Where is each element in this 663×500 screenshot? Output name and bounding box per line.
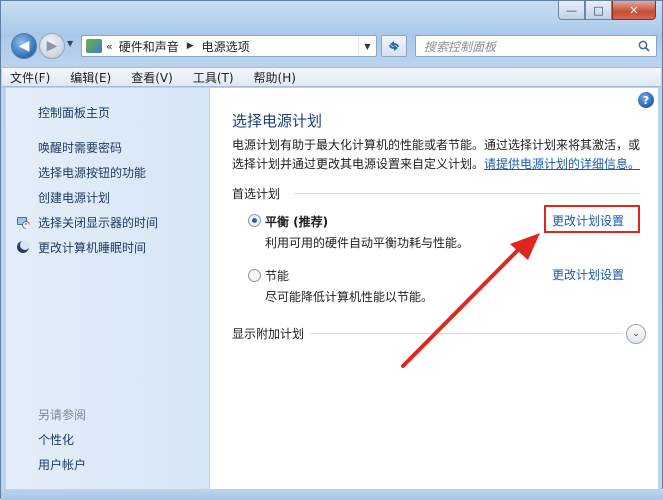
plan-name-power-saver[interactable]: 节能: [265, 267, 289, 284]
window-bottom-frame: [1, 489, 663, 500]
plan-description-power-saver: 尽可能降低计算机性能以节能。: [265, 290, 434, 304]
description-line-1: 电源计划有助于最大化计算机的性能或者节能。通过选择计划来将其激活，或: [232, 138, 641, 152]
search-input[interactable]: 搜索控制面板: [415, 35, 657, 57]
recent-pages-dropdown-icon[interactable]: ▼: [67, 39, 73, 48]
breadcrumb-item-hardware-sound[interactable]: 硬件和声音: [119, 38, 179, 55]
plan-radio-power-saver[interactable]: [248, 269, 261, 282]
breadcrumb-item-power-options[interactable]: 电源选项: [202, 38, 250, 55]
help-icon[interactable]: ?: [638, 92, 654, 108]
sidebar-item-power-button[interactable]: 选择电源按钮的功能: [38, 164, 146, 181]
close-button[interactable]: ✕: [612, 1, 656, 20]
caption-buttons: — □ ✕: [558, 1, 656, 21]
menu-view[interactable]: 查看(V): [131, 69, 173, 86]
refresh-button[interactable]: [381, 35, 407, 57]
plan-radio-balanced[interactable]: [248, 214, 261, 227]
control-panel-window: — □ ✕ ◀ ▶ ▼ « 硬件和声音 ▶ 电源选项 ▼ 搜索控制面板 文件(F…: [0, 0, 663, 500]
plan-description-balanced: 利用可用的硬件自动平衡功耗与性能。: [265, 236, 470, 250]
sidebar-item-control-panel-home[interactable]: 控制面板主页: [38, 104, 110, 121]
sidebar-item-user-accounts[interactable]: 用户帐户: [38, 456, 86, 473]
preferred-plans-label: 首选计划: [232, 187, 281, 201]
sidebar-item-sleep-time[interactable]: 更改计算机睡眠时间: [38, 239, 146, 256]
navigation-bar: ◀ ▶ ▼ « 硬件和声音 ▶ 电源选项 ▼ 搜索控制面板: [9, 31, 657, 61]
back-button[interactable]: ◀: [11, 33, 37, 59]
plan-name-balanced[interactable]: 平衡 (推荐): [265, 213, 328, 230]
content-pane: ? 选择电源计划 电源计划有助于最大化计算机的性能或者节能。通过选择计划来将其激…: [209, 88, 658, 489]
expand-chevron-icon[interactable]: ⌄: [626, 324, 646, 344]
plan-details-link[interactable]: 请提供电源计划的详细信息。: [484, 157, 640, 171]
maximize-button[interactable]: □: [585, 1, 612, 20]
annotation-highlight-box: [544, 205, 640, 233]
sidebar-item-personalization[interactable]: 个性化: [38, 431, 74, 448]
menu-file[interactable]: 文件(F): [10, 69, 50, 86]
sidebar-item-create-plan[interactable]: 创建电源计划: [38, 189, 110, 206]
address-dropdown-icon[interactable]: ▼: [358, 36, 376, 56]
search-placeholder: 搜索控制面板: [424, 39, 497, 54]
refresh-icon: [389, 41, 399, 51]
moon-icon: [17, 240, 30, 253]
sidebar-item-display-off-time[interactable]: 选择关闭显示器的时间: [38, 214, 158, 231]
description-line-2-text: 选择计划并通过更改其电源设置来自定义计划。: [232, 157, 485, 171]
menu-edit[interactable]: 编辑(E): [70, 69, 111, 86]
sidebar-item-require-password[interactable]: 唤醒时需要密码: [38, 139, 122, 156]
see-also-header: 另请参阅: [38, 408, 87, 422]
address-bar[interactable]: « 硬件和声音 ▶ 电源选项 ▼: [81, 35, 377, 57]
forward-button[interactable]: ▶: [39, 33, 65, 59]
page-description: 电源计划有助于最大化计算机的性能或者节能。通过选择计划来将其激活，或 选择计划并…: [232, 136, 652, 174]
minimize-button[interactable]: —: [558, 1, 585, 20]
page-title: 选择电源计划: [232, 112, 323, 130]
change-plan-settings-link-power-saver[interactable]: 更改计划设置: [552, 266, 624, 283]
menu-help[interactable]: 帮助(H): [254, 69, 296, 86]
additional-divider: [310, 333, 622, 334]
group-divider: [294, 193, 640, 194]
control-panel-icon: [86, 39, 102, 53]
task-pane: 控制面板主页 唤醒时需要密码 选择电源按钮的功能 创建电源计划 选择关闭显示器的…: [6, 88, 209, 489]
menu-tools[interactable]: 工具(T): [193, 69, 234, 86]
breadcrumb-separator-icon[interactable]: ▶: [187, 41, 194, 51]
menu-bar: 文件(F) 编辑(E) 查看(V) 工具(T) 帮助(H): [2, 67, 661, 87]
description-line-2: 选择计划并通过更改其电源设置来自定义计划。请提供电源计划的详细信息。: [232, 155, 652, 174]
search-icon[interactable]: [638, 40, 650, 52]
show-additional-plans-label[interactable]: 显示附加计划: [232, 325, 304, 342]
breadcrumb-overflow[interactable]: «: [106, 40, 113, 53]
monitor-clock-icon: [17, 217, 30, 229]
